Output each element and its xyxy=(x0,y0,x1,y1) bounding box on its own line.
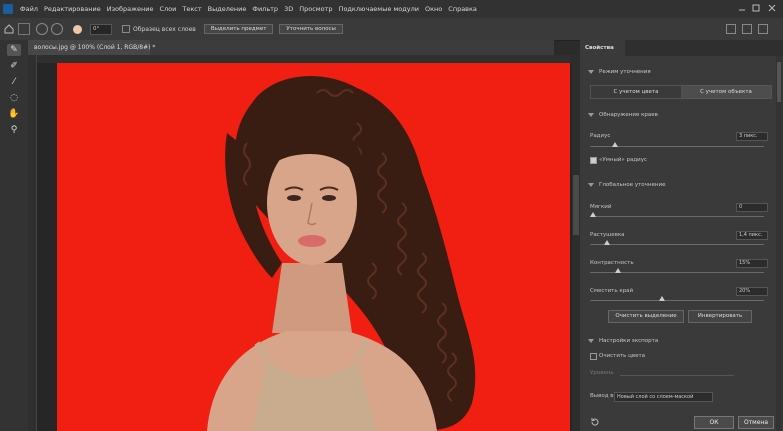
smooth-label: Мягкий xyxy=(590,204,612,210)
radius-label: Радиус xyxy=(590,133,611,139)
menu-3d[interactable]: 3D xyxy=(281,5,296,13)
refine-edge-brush-icon[interactable]: ✐ xyxy=(7,60,21,72)
maximize-icon[interactable] xyxy=(752,4,760,12)
add-mode-icon[interactable] xyxy=(36,23,48,35)
shift-edge-slider[interactable] xyxy=(590,300,764,301)
tool-preset-icon[interactable] xyxy=(18,23,30,35)
contrast-value[interactable]: 15% xyxy=(736,259,768,268)
amount-label: Уровень xyxy=(590,370,614,376)
decontaminate-colors-label: Очистить цвета xyxy=(599,353,646,359)
zoom-tool-icon[interactable]: ⚲ xyxy=(7,124,21,136)
options-bar: 0° Образец всех слоев Выделить предмет У… xyxy=(0,18,783,41)
collapse-arrow-icon xyxy=(588,112,594,117)
shift-edge-slider-handle[interactable] xyxy=(659,296,665,301)
menu-window[interactable]: Окно xyxy=(422,5,445,13)
collapse-arrow-icon xyxy=(588,338,594,343)
search-icon[interactable] xyxy=(726,24,736,34)
menu-filter[interactable]: Фильтр xyxy=(249,5,281,13)
clear-selection-button[interactable]: Очистить выделение xyxy=(608,310,684,323)
panel-scrollbar[interactable] xyxy=(776,56,782,431)
properties-panel: Свойства Режим уточнения С учетом цвета … xyxy=(580,40,783,431)
menu-plugins[interactable]: Подключаемые модули xyxy=(336,5,422,13)
menu-type[interactable]: Текст xyxy=(179,5,204,13)
decontaminate-colors-checkbox[interactable] xyxy=(590,353,597,360)
left-eye xyxy=(287,195,301,201)
radius-value[interactable]: 3 пикс. xyxy=(736,132,768,141)
collapse-arrow-icon xyxy=(588,69,594,74)
close-icon[interactable] xyxy=(768,4,776,12)
properties-tab[interactable]: Свойства xyxy=(580,40,625,56)
shift-edge-label: Сместить край xyxy=(590,288,634,294)
subtract-mode-icon[interactable] xyxy=(51,23,63,35)
share-icon[interactable] xyxy=(758,24,768,34)
home-icon[interactable] xyxy=(4,24,14,34)
edge-detection-heading[interactable]: Обнаружение краев xyxy=(588,112,658,118)
color-aware-option[interactable]: С учетом цвета xyxy=(591,86,681,98)
menu-file[interactable]: Файл xyxy=(17,5,41,13)
tools-panel: ✎ ✐ ⁄ ◌ ✋ ⚲ xyxy=(0,40,29,431)
angle-field[interactable]: 0° xyxy=(90,23,112,35)
workspace-icon[interactable] xyxy=(742,24,752,34)
menu-image[interactable]: Изображение xyxy=(104,5,157,13)
properties-tab-bar: Свойства xyxy=(580,40,783,56)
brush-preview-icon[interactable] xyxy=(73,24,82,34)
shift-edge-value[interactable]: 20% xyxy=(736,287,768,296)
feather-slider-handle[interactable] xyxy=(604,240,610,245)
refine-mode-toggle: С учетом цвета С учетом объекта xyxy=(590,85,772,99)
menu-bar: Файл Редактирование Изображение Слои Тек… xyxy=(0,0,783,18)
canvas-scrollbar[interactable] xyxy=(572,55,580,431)
quick-selection-brush-icon[interactable]: ✎ xyxy=(7,44,21,56)
reset-icon[interactable] xyxy=(590,417,600,427)
document-title: волосы.jpg @ 100% (Слой 1, RGB/8#) * xyxy=(34,44,156,51)
smooth-slider[interactable] xyxy=(590,216,764,217)
contrast-slider-handle[interactable] xyxy=(615,268,621,273)
object-aware-option[interactable]: С учетом объекта xyxy=(681,86,771,98)
feather-label: Растушевка xyxy=(590,232,625,238)
sample-all-layers-label: Образец всех слоев xyxy=(133,25,196,33)
output-to-select[interactable]: Новый слой со слоем-маской xyxy=(614,392,713,402)
feather-slider[interactable] xyxy=(590,244,764,245)
cancel-button[interactable]: Отмена xyxy=(738,416,774,429)
refine-hair-button[interactable]: Уточнить волосы xyxy=(279,24,343,34)
ok-button[interactable]: ОК xyxy=(694,416,734,429)
radius-slider-handle[interactable] xyxy=(612,142,618,147)
menu-help[interactable]: Справка xyxy=(445,5,480,13)
lasso-tool-icon[interactable]: ◌ xyxy=(7,92,21,104)
lips xyxy=(298,235,326,247)
right-eye xyxy=(322,195,336,201)
smooth-slider-handle[interactable] xyxy=(590,212,596,217)
smart-radius-label: «Умный» радиус xyxy=(599,157,648,163)
document-tab[interactable]: волосы.jpg @ 100% (Слой 1, RGB/8#) * xyxy=(28,40,554,55)
smart-radius-checkbox[interactable] xyxy=(590,157,597,164)
feather-value[interactable]: 1,4 пикс. xyxy=(736,231,768,240)
brush-tool-icon[interactable]: ⁄ xyxy=(7,76,21,88)
vertical-ruler xyxy=(28,55,37,431)
sample-all-layers-checkbox[interactable] xyxy=(122,25,130,33)
portrait-image xyxy=(57,63,570,431)
select-subject-button[interactable]: Выделить предмет xyxy=(203,24,274,34)
contrast-label: Контрастность xyxy=(590,260,634,266)
amount-slider xyxy=(620,375,734,376)
collapse-arrow-icon xyxy=(588,182,594,187)
menu-select[interactable]: Выделение xyxy=(205,5,250,13)
neck xyxy=(272,263,352,333)
minimize-icon[interactable] xyxy=(738,4,746,12)
menu-edit[interactable]: Редактирование xyxy=(41,5,104,13)
document-canvas[interactable] xyxy=(57,63,570,431)
menu-layers[interactable]: Слои xyxy=(156,5,179,13)
menu-view[interactable]: Просмотр xyxy=(296,5,335,13)
refine-mode-heading[interactable]: Режим уточнения xyxy=(588,69,651,75)
photoshop-logo-icon[interactable] xyxy=(3,4,13,14)
invert-button[interactable]: Инвертировать xyxy=(688,310,752,323)
smooth-value[interactable]: 0 xyxy=(736,203,768,212)
global-refinements-heading[interactable]: Глобальное уточнение xyxy=(588,182,665,188)
hand-tool-icon[interactable]: ✋ xyxy=(7,108,21,120)
output-to-label: Вывод в xyxy=(590,393,614,399)
output-settings-heading[interactable]: Настройки экспорта xyxy=(588,338,658,344)
